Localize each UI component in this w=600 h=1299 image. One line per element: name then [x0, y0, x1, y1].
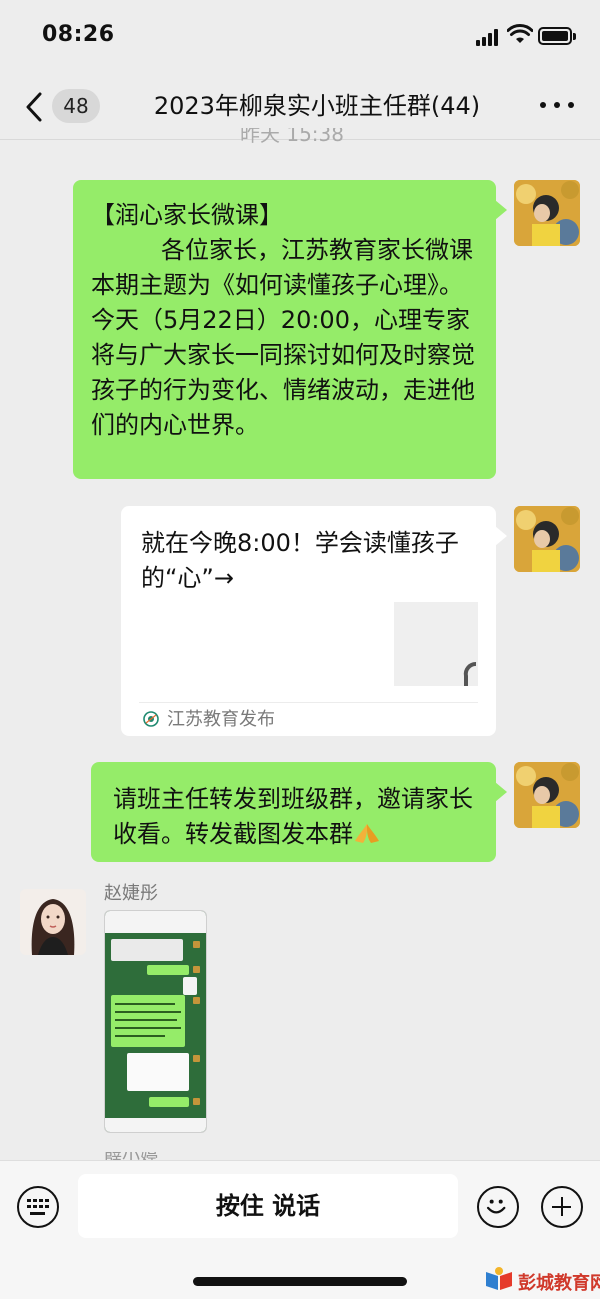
- more-icon[interactable]: [540, 100, 574, 110]
- card-source: 江苏教育发布: [167, 709, 275, 730]
- message-timestamp: 昨天 15:38: [240, 128, 344, 146]
- watermark-logo-icon: [486, 1267, 512, 1290]
- back-arrow-icon[interactable]: [22, 90, 50, 124]
- avatar[interactable]: [514, 180, 580, 246]
- emoji-icon[interactable]: [477, 1186, 519, 1228]
- source-logo-icon: [143, 711, 159, 727]
- avatar[interactable]: [514, 762, 580, 828]
- status-bar: 08:26: [0, 0, 600, 72]
- battery-icon: [538, 27, 576, 45]
- sender-name: 赵婕彤: [104, 883, 158, 904]
- link-card[interactable]: 就在今晚8:00！学会读懂孩子的“心”→ 江苏教育发布: [121, 506, 507, 736]
- screenshot-image-message[interactable]: [104, 910, 207, 1133]
- message-paragraph: 今天（5月22日）20:00，心理专家将与广大家长一同探讨如何及时察觉孩子的行为…: [91, 306, 475, 439]
- message-text: 请班主任转发到班级群，邀请家长收看。转发截图发本群: [113, 785, 473, 848]
- praying-hands-icon: [355, 824, 379, 843]
- hold-to-talk-button[interactable]: 按住 说话: [78, 1174, 458, 1238]
- home-indicator[interactable]: [193, 1277, 407, 1286]
- message-heading: 【润心家长微课】: [91, 201, 283, 229]
- message-bubble[interactable]: 请班主任转发到班级群，邀请家长收看。转发截图发本群: [91, 762, 507, 862]
- watermark-text: 彭城教育网: [518, 1273, 600, 1294]
- avatar[interactable]: [514, 506, 580, 572]
- card-title: 就在今晚8:00！学会读懂孩子的“心”→: [141, 529, 459, 592]
- plus-icon[interactable]: [541, 1186, 583, 1228]
- signal-icon: [476, 28, 502, 46]
- chat-title: 2023年柳泉实小班主任群(44): [153, 92, 481, 120]
- keyboard-icon[interactable]: [17, 1186, 59, 1228]
- avatar[interactable]: [20, 889, 86, 955]
- unread-count-badge[interactable]: 48: [52, 89, 100, 123]
- message-bubble[interactable]: 【润心家长微课】 各位家长，江苏教育家长微课本期主题为《如何读懂孩子心理》。 今…: [73, 180, 507, 479]
- card-thumbnail: [394, 602, 478, 686]
- message-paragraph: 各位家长，江苏教育家长微课本期主题为《如何读懂孩子心理》。: [91, 236, 473, 299]
- status-time: 08:26: [42, 22, 115, 47]
- wifi-icon: [507, 24, 533, 43]
